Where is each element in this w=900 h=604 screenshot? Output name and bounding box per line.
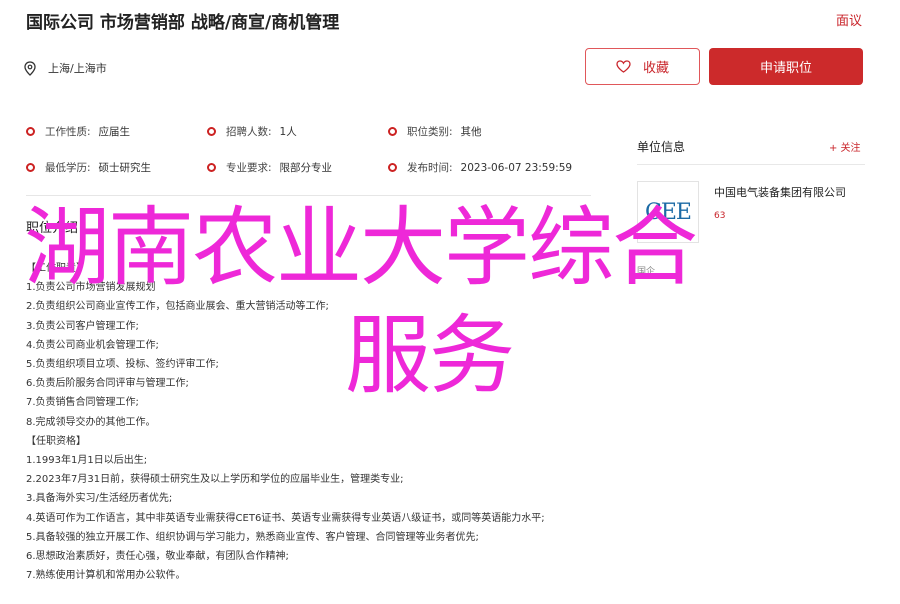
divider (26, 195, 591, 196)
description-line: 3.负责公司客户管理工作; (26, 320, 139, 332)
bullet-icon (388, 127, 397, 136)
company-name[interactable]: 中国电气装备集团有限公司 (714, 184, 846, 200)
description-line: 4.负责公司商业机会管理工作; (26, 339, 159, 351)
attribute-value: 1人 (279, 126, 297, 138)
attribute-value: 2023-06-07 23:59:59 (460, 161, 573, 174)
attribute-key: 招聘人数: (226, 126, 272, 138)
description-line: 2.负责组织公司商业宣传工作，包括商业展会、重大营销活动等工作; (26, 301, 329, 313)
description-line: 1.1993年1月1日以后出生; (26, 455, 148, 467)
section-title: 职位介绍 (26, 221, 79, 236)
favorite-button[interactable]: 收藏 (585, 48, 700, 85)
job-description: 【工作职责】 1.负责公司市场营销发展规划 2.负责组织公司商业宣传工作，包括商… (26, 259, 596, 585)
description-line: 8.完成领导交办的其他工作。 (26, 416, 156, 428)
attribute-item: 招聘人数: 1人 (207, 124, 297, 139)
company-logo-text: CEE (645, 199, 692, 225)
bullet-icon (207, 127, 216, 136)
follow-button[interactable]: + 关注 (829, 139, 861, 154)
attribute-item: 发布时间: 2023-06-07 23:59:59 (388, 160, 572, 175)
location: 上海/上海市 (24, 60, 107, 76)
attribute-value: 限部分专业 (279, 162, 333, 174)
job-header: 国际公司 市场营销部 战略/商宣/商机管理 面议 上海/上海市 收藏 申请职位 (0, 0, 900, 122)
location-pin-icon (24, 60, 36, 76)
bullet-icon (26, 127, 35, 136)
description-line: 4.英语可作为工作语言，其中非英语专业需获得CET6证书、英语专业需获得专业英语… (26, 512, 545, 524)
description-line: 【工作职责】 (26, 263, 86, 274)
divider (637, 164, 865, 165)
description-line: 5.负责组织项目立项、投标、签约评审工作; (26, 359, 219, 371)
description-line: 2.2023年7月31日前，获得硕士研究生及以上学历和学位的应届毕业生，管理类专… (26, 474, 404, 486)
favorite-label: 收藏 (642, 61, 669, 76)
attribute-key: 发布时间: (407, 162, 453, 174)
attribute-key: 职位类别: (407, 126, 453, 138)
attribute-key: 工作性质: (45, 126, 91, 138)
description-line: 6.思想政治素质好，责任心强，敬业奉献，有团队合作精神; (26, 551, 289, 563)
attribute-value: 应届生 (98, 126, 131, 138)
company-logo[interactable]: CEE (637, 181, 699, 243)
attribute-item: 工作性质: 应届生 (26, 124, 130, 139)
description-line: 7.熟练使用计算机和常用办公软件。 (26, 570, 186, 582)
bullet-icon (388, 163, 397, 172)
description-line: 6.负责后阶服务合同评审与管理工作; (26, 378, 189, 390)
attribute-value: 其他 (460, 126, 482, 138)
heart-icon (616, 60, 631, 73)
location-text: 上海/上海市 (48, 62, 107, 75)
description-line: 7.负责销售合同管理工作; (26, 397, 139, 409)
attribute-key: 专业要求: (226, 162, 272, 174)
attribute-key: 最低学历: (45, 162, 91, 174)
company-sub: 63 (714, 211, 726, 221)
salary-label: 面议 (835, 14, 862, 29)
attribute-item: 专业要求: 限部分专业 (207, 160, 332, 175)
attribute-value: 硕士研究生 (98, 162, 152, 174)
bullet-icon (26, 163, 35, 172)
bullet-icon (207, 163, 216, 172)
attribute-item: 职位类别: 其他 (388, 124, 482, 139)
attribute-item: 最低学历: 硕士研究生 (26, 160, 151, 175)
company-type: 国企 (637, 267, 656, 277)
description-line: 5.具备较强的独立开展工作、组织协调与学习能力，熟悉商业宣传、客户管理、合同管理… (26, 531, 479, 543)
description-line: 【任职资格】 (26, 435, 86, 447)
job-title: 国际公司 市场营销部 战略/商宣/商机管理 (26, 13, 340, 33)
description-line: 1.负责公司市场营销发展规划 (26, 282, 156, 294)
description-line: 3.具备海外实习/生活经历者优先; (26, 493, 173, 505)
apply-button[interactable]: 申请职位 (709, 48, 863, 85)
